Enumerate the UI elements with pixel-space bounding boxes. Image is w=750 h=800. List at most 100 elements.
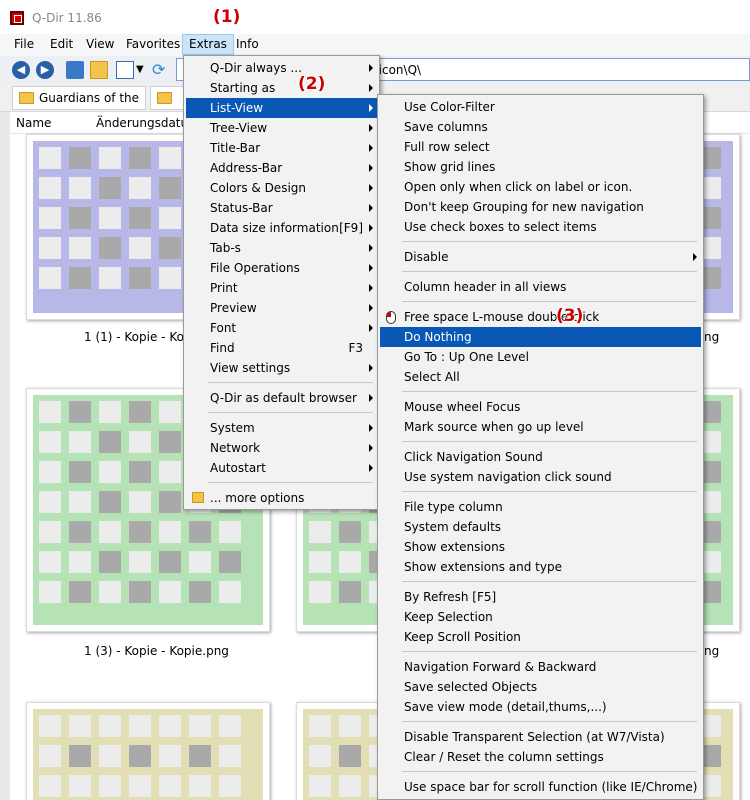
listview-item-show-extensions-and-type[interactable]: Show extensions and type (380, 557, 701, 577)
listview-item-select-all[interactable]: Select All (380, 367, 701, 387)
thumbnail-grid-cell (39, 775, 61, 797)
menu-item-label: Title-Bar (210, 141, 261, 155)
submenu-arrow-icon (369, 224, 373, 232)
listview-item-mouse-wheel-focus[interactable]: Mouse wheel Focus (380, 397, 701, 417)
menu-item-label: List-View (210, 101, 264, 115)
listview-item-do-nothing[interactable]: Do Nothing (380, 327, 701, 347)
listview-item-full-row-select[interactable]: Full row select (380, 137, 701, 157)
listview-item-save-view-mode-detail-thums[interactable]: Save view mode (detail,thums,...) (380, 697, 701, 717)
menu-separator (402, 721, 697, 722)
extras-item-status-bar[interactable]: Status-Bar (186, 198, 377, 218)
menu-item-label: Use system navigation click sound (404, 470, 612, 484)
extras-item-font[interactable]: Font (186, 318, 377, 338)
listview-item-column-header-in-all-views[interactable]: Column header in all views (380, 277, 701, 297)
listview-item-save-columns[interactable]: Save columns (380, 117, 701, 137)
extras-item-print[interactable]: Print (186, 278, 377, 298)
thumbnail-grid-cell (309, 521, 331, 543)
extras-item-list-view[interactable]: List-View (186, 98, 377, 118)
listview-item-keep-selection[interactable]: Keep Selection (380, 607, 701, 627)
tab-guardians[interactable]: Guardians of the ... (12, 86, 146, 127)
extras-item-colors-design[interactable]: Colors & Design (186, 178, 377, 198)
menu-favorites[interactable]: Favorites (120, 34, 186, 55)
extras-item-system[interactable]: System (186, 418, 377, 438)
left-border (0, 36, 10, 800)
extras-item-title-bar[interactable]: Title-Bar (186, 138, 377, 158)
extras-item-network[interactable]: Network (186, 438, 377, 458)
menu-edit[interactable]: Edit (44, 34, 79, 55)
view-mode-icon[interactable] (116, 61, 134, 79)
submenu-arrow-icon (369, 244, 373, 252)
thumbnail-grid-cell (99, 521, 121, 543)
folder-icon (157, 92, 172, 104)
thumbnail-grid-cell (69, 177, 91, 199)
thumbnail-label-2[interactable]: ng (704, 330, 719, 344)
extras-item-q-dir-as-default-browser[interactable]: Q-Dir as default browser (186, 388, 377, 408)
menu-file[interactable]: File (8, 34, 40, 55)
extras-item-more-options[interactable]: ... more options (186, 488, 377, 508)
menu-extras[interactable]: Extras (182, 34, 234, 55)
menu-item-label: Click Navigation Sound (404, 450, 543, 464)
thumbnail-label-3[interactable]: 1 (3) - Kopie - Kopie.png (84, 644, 229, 658)
extras-item-starting-as[interactable]: Starting as (186, 78, 377, 98)
extras-item-autostart[interactable]: Autostart (186, 458, 377, 478)
menu-item-label: Full row select (404, 140, 490, 154)
extras-item-file-operations[interactable]: File Operations (186, 258, 377, 278)
extras-item-data-size-information[interactable]: Data size information [F9] (186, 218, 377, 238)
listview-item-keep-scroll-position[interactable]: Keep Scroll Position (380, 627, 701, 647)
thumbnail-grid-cell (339, 745, 361, 767)
extras-item-address-bar[interactable]: Address-Bar (186, 158, 377, 178)
listview-item-system-defaults[interactable]: System defaults (380, 517, 701, 537)
listview-item-disable-transparent-selection-at-w7-vista[interactable]: Disable Transparent Selection (at W7/Vis… (380, 727, 701, 747)
up-folder-icon[interactable] (66, 61, 84, 79)
listview-item-use-system-navigation-click-sound[interactable]: Use system navigation click sound (380, 467, 701, 487)
menu-info[interactable]: Info (230, 34, 265, 55)
menu-item-label: Q-Dir as default browser (210, 391, 357, 405)
listview-item-click-navigation-sound[interactable]: Click Navigation Sound (380, 447, 701, 467)
thumbnail-grid-cell (189, 775, 211, 797)
extras-item-preview[interactable]: Preview (186, 298, 377, 318)
thumbnail-grid-cell (39, 745, 61, 767)
extras-item-view-settings[interactable]: View settings (186, 358, 377, 378)
back-icon[interactable]: ◀ (12, 61, 30, 79)
extras-item-find[interactable]: Find F3 (186, 338, 377, 358)
listview-item-mark-source-when-go-up-level[interactable]: Mark source when go up level (380, 417, 701, 437)
listview-item-use-check-boxes-to-select-items[interactable]: Use check boxes to select items (380, 217, 701, 237)
listview-item-don-t-keep-grouping-for-new-navigation[interactable]: Don't keep Grouping for new navigation (380, 197, 701, 217)
thumbnail-grid-cell (69, 237, 91, 259)
thumbnail-grid-cell (99, 491, 121, 513)
listview-item-disable[interactable]: Disable (380, 247, 701, 267)
new-folder-icon[interactable] (90, 61, 108, 79)
listview-item-file-type-column[interactable]: File type column (380, 497, 701, 517)
thumbnail-grid-cell (159, 267, 181, 289)
listview-item-go-to-up-one-level[interactable]: Go To : Up One Level (380, 347, 701, 367)
listview-item-free-space-l-mouse-double-click[interactable]: Free space L-mouse double-click (380, 307, 701, 327)
menu-item-label: Tab-s (210, 241, 241, 255)
thumbnail-grid-cell (129, 551, 151, 573)
thumbnail-grid-cell (99, 461, 121, 483)
listview-item-open-only-when-click-on-label-or-icon[interactable]: Open only when click on label or icon. (380, 177, 701, 197)
thumbnail-grid-cell (129, 237, 151, 259)
listview-item-clear-reset-the-column-settings[interactable]: Clear / Reset the column settings (380, 747, 701, 767)
listview-item-by-refresh-f5[interactable]: By Refresh [F5] (380, 587, 701, 607)
listview-item-save-selected-objects[interactable]: Save selected Objects (380, 677, 701, 697)
extras-item-tab-s[interactable]: Tab-s (186, 238, 377, 258)
menu-item-label: ... more options (210, 491, 305, 505)
listview-item-show-grid-lines[interactable]: Show grid lines (380, 157, 701, 177)
menu-separator (402, 241, 697, 242)
column-name[interactable]: Name (16, 116, 51, 130)
listview-item-use-space-bar-for-scroll-function-like-ie-chrome[interactable]: Use space bar for scroll function (like … (380, 777, 701, 797)
thumbnail-grid-cell (39, 491, 61, 513)
listview-item-show-extensions[interactable]: Show extensions (380, 537, 701, 557)
menu-view[interactable]: View (80, 34, 120, 55)
extras-item-tree-view[interactable]: Tree-View (186, 118, 377, 138)
thumbnail-grid-cell (339, 775, 361, 797)
thumbnail-label-4[interactable]: ng (704, 644, 719, 658)
tab-second[interactable] (150, 86, 184, 110)
thumbnail-label-1[interactable]: 1 (1) - Kopie - Kopi (84, 330, 195, 344)
forward-icon[interactable]: ▶ (36, 61, 54, 79)
refresh-icon[interactable]: ⟳ (152, 61, 170, 79)
listview-item-navigation-forward-backward[interactable]: Navigation Forward & Backward (380, 657, 701, 677)
extras-item-q-dir-always[interactable]: Q-Dir always ... (186, 58, 377, 78)
listview-item-use-color-filter[interactable]: Use Color-Filter (380, 97, 701, 117)
thumbnail-5[interactable] (26, 702, 270, 800)
